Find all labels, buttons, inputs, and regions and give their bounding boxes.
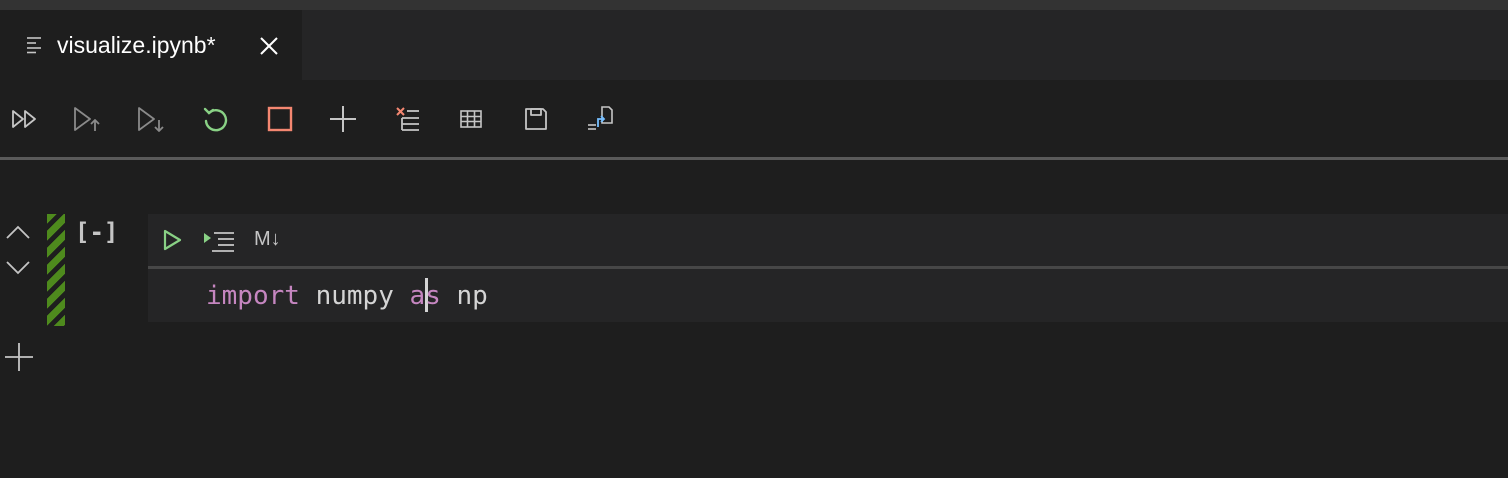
tab-visualize-ipynb[interactable]: visualize.ipynb* bbox=[0, 10, 302, 80]
interrupt-kernel-button[interactable] bbox=[262, 101, 298, 137]
stop-icon bbox=[267, 106, 293, 132]
run-all-cells-button[interactable] bbox=[7, 101, 43, 137]
execution-count: [-] bbox=[75, 218, 119, 246]
variable-explorer-button[interactable] bbox=[453, 101, 489, 137]
chevron-up-icon bbox=[6, 225, 30, 239]
run-above-button[interactable] bbox=[70, 101, 106, 137]
markdown-toggle-button[interactable]: M↓ bbox=[254, 228, 281, 260]
restart-icon bbox=[203, 107, 228, 132]
move-cell-down-button[interactable] bbox=[4, 258, 32, 278]
keyword-as-s: s bbox=[425, 281, 441, 311]
insert-cell-below-button[interactable] bbox=[4, 341, 34, 373]
run-above-icon bbox=[74, 107, 100, 131]
notebook-file-icon bbox=[26, 36, 44, 54]
export-icon bbox=[588, 106, 613, 130]
run-cell-button[interactable] bbox=[160, 224, 184, 256]
editor-tab-bar: visualize.ipynb* bbox=[0, 10, 1508, 80]
plus-icon bbox=[330, 106, 356, 132]
run-all-icon bbox=[12, 110, 36, 128]
toolbar-divider bbox=[0, 157, 1508, 160]
keyword-as-a: a bbox=[409, 281, 426, 311]
save-icon bbox=[525, 108, 547, 130]
save-button[interactable] bbox=[518, 101, 554, 137]
close-icon[interactable] bbox=[259, 36, 279, 56]
export-button[interactable] bbox=[582, 101, 618, 137]
run-below-button[interactable] bbox=[134, 101, 170, 137]
add-cell-button[interactable] bbox=[325, 101, 361, 137]
code-module: numpy bbox=[299, 281, 410, 311]
chevron-down-icon bbox=[6, 261, 30, 275]
run-cell-and-below-button[interactable] bbox=[202, 224, 236, 256]
run-below-icon bbox=[138, 107, 164, 132]
code-cell[interactable]: M↓ import numpy as np bbox=[148, 214, 1508, 322]
run-by-line-icon bbox=[204, 232, 234, 252]
play-icon bbox=[163, 229, 182, 251]
restart-kernel-button[interactable] bbox=[198, 101, 234, 137]
keyword-import: import bbox=[206, 281, 300, 311]
table-icon bbox=[460, 110, 482, 128]
clear-outputs-button[interactable] bbox=[389, 101, 425, 137]
cell-toolbar-divider bbox=[148, 266, 1508, 269]
code-editor[interactable]: import numpy as np bbox=[206, 278, 488, 314]
cell-toolbar: M↓ bbox=[148, 214, 1508, 266]
cell-status-indicator bbox=[47, 214, 65, 326]
plus-icon bbox=[5, 343, 33, 371]
notebook-toolbar bbox=[0, 80, 1508, 158]
window-top-strip bbox=[0, 0, 1508, 10]
move-cell-up-button[interactable] bbox=[4, 222, 32, 242]
tab-title: visualize.ipynb* bbox=[57, 32, 216, 58]
code-alias: np bbox=[440, 281, 488, 311]
clear-outputs-icon bbox=[396, 107, 419, 131]
